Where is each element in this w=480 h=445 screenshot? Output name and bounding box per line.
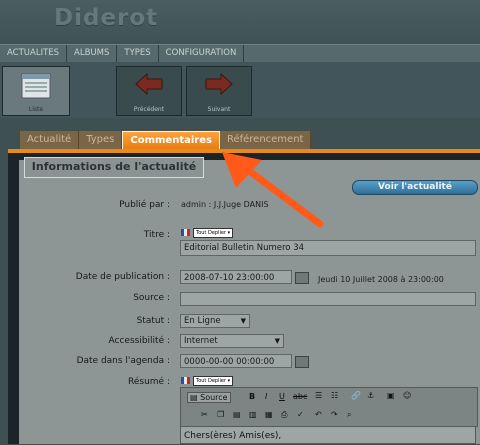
summary-lang-label: Tout Deplier	[196, 378, 226, 384]
cut-icon[interactable]: ✂	[201, 410, 208, 419]
summary-editor[interactable]: Chers(ères) Amis(es),	[180, 426, 476, 444]
source-button-label: Source	[200, 393, 228, 402]
previous-button[interactable]: Précédent	[116, 66, 182, 116]
title-label: Titre :	[143, 230, 170, 240]
undo-icon[interactable]: ↶	[315, 410, 322, 419]
source-button[interactable]: ▤ Source	[187, 392, 231, 403]
smiley-icon[interactable]: ☺	[403, 391, 411, 400]
title-input[interactable]: Editorial Bulletin Numero 34	[180, 240, 476, 256]
agenda-date-input[interactable]: 0000-00-00 00:00:00	[180, 354, 292, 368]
app-logo: Diderot	[54, 5, 159, 31]
italic-icon[interactable]: I	[265, 392, 267, 401]
bold-icon[interactable]: B	[249, 392, 255, 401]
action-toolbar: Liste Précédent Suivant	[0, 62, 480, 118]
list-icon	[21, 73, 51, 99]
pub-date-label: Date de publication :	[75, 272, 170, 282]
main-nav: ACTUALITES ALBUMS TYPES CONFIGURATION	[0, 44, 480, 63]
flag-fr-icon	[181, 377, 190, 384]
accessibility-select-value: Internet	[184, 336, 218, 346]
source-label: Source :	[133, 293, 170, 303]
pub-date-readable: Jeudi 10 Juillet 2008 à 23:00:00	[318, 275, 444, 284]
copy-icon[interactable]: ❐	[217, 410, 224, 419]
status-select[interactable]: En Ligne ▼	[180, 314, 250, 328]
anchor-icon[interactable]: ⚓	[367, 391, 374, 400]
calendar-icon[interactable]	[295, 272, 309, 284]
editor-toolbar: ▤ Source B I U abc ☰ ☷ 🔗 ⚓ ▣ ☺ ✂ ❐ ▤ ▥ ▦…	[180, 387, 478, 427]
flag-fr-icon	[181, 229, 190, 236]
redo-icon[interactable]: ↷	[331, 410, 338, 419]
agenda-date-label: Date dans l'agenda :	[76, 356, 170, 366]
tab-actualite[interactable]: Actualité	[20, 131, 80, 149]
paste-icon[interactable]: ▤	[233, 410, 241, 419]
view-article-button[interactable]: Voir l'actualité	[352, 180, 478, 195]
status-label: Statut :	[136, 316, 170, 326]
nav-item-actualites[interactable]: ACTUALITES	[0, 45, 68, 62]
pub-date-input[interactable]: 2008-07-10 23:00:00	[180, 270, 292, 284]
strikethrough-icon[interactable]: abc	[293, 392, 307, 401]
tab-referencement[interactable]: Référencement	[219, 131, 312, 149]
list-button[interactable]: Liste	[2, 66, 70, 116]
spellcheck-icon[interactable]: ✓	[297, 410, 304, 419]
published-by-label: Publié par :	[119, 200, 170, 210]
title-lang-label: Tout Deplier	[196, 230, 226, 236]
next-button[interactable]: Suivant	[186, 66, 252, 116]
image-icon[interactable]: ▣	[387, 391, 395, 400]
arrow-left-icon	[135, 73, 163, 95]
calendar-icon[interactable]	[295, 356, 309, 368]
nav-item-types[interactable]: TYPES	[117, 45, 159, 62]
accessibility-select[interactable]: Internet ▼	[180, 334, 284, 348]
list-button-label: Liste	[28, 106, 44, 113]
nav-item-albums[interactable]: ALBUMS	[67, 45, 118, 62]
next-button-label: Suivant	[207, 106, 231, 113]
annotation-arrow-icon	[222, 152, 324, 228]
summary-label: Résumé :	[128, 377, 170, 387]
chevron-down-icon: ▼	[240, 317, 246, 325]
accessibility-label: Accessibilité :	[108, 336, 170, 346]
link-icon[interactable]: 🔗	[351, 391, 361, 400]
section-title: Informations de l'actualité	[24, 157, 204, 178]
paste-text-icon[interactable]: ▥	[249, 410, 257, 419]
numbered-list-icon[interactable]: ☰	[315, 391, 322, 400]
arrow-right-icon	[205, 73, 233, 95]
chevron-down-icon: ▼	[274, 337, 280, 345]
tab-types[interactable]: Types	[79, 131, 123, 149]
nav-item-configuration[interactable]: CONFIGURATION	[159, 45, 245, 62]
app-header: Diderot	[0, 0, 480, 44]
summary-lang-dropdown[interactable]: Tout Deplier ▾	[193, 376, 234, 386]
status-select-value: En Ligne	[184, 316, 221, 326]
content-tabs: Actualité Types Commentaires Référenceme…	[20, 131, 312, 149]
previous-button-label: Précédent	[133, 106, 165, 113]
underline-icon[interactable]: U	[279, 392, 285, 401]
bullet-list-icon[interactable]: ☷	[331, 391, 338, 400]
print-icon[interactable]: ⎙	[281, 410, 287, 420]
find-icon[interactable]: ⌕	[347, 410, 351, 420]
source-input[interactable]	[180, 292, 476, 306]
tab-commentaires[interactable]: Commentaires	[122, 131, 220, 149]
paste-word-icon[interactable]: ▦	[265, 410, 273, 419]
